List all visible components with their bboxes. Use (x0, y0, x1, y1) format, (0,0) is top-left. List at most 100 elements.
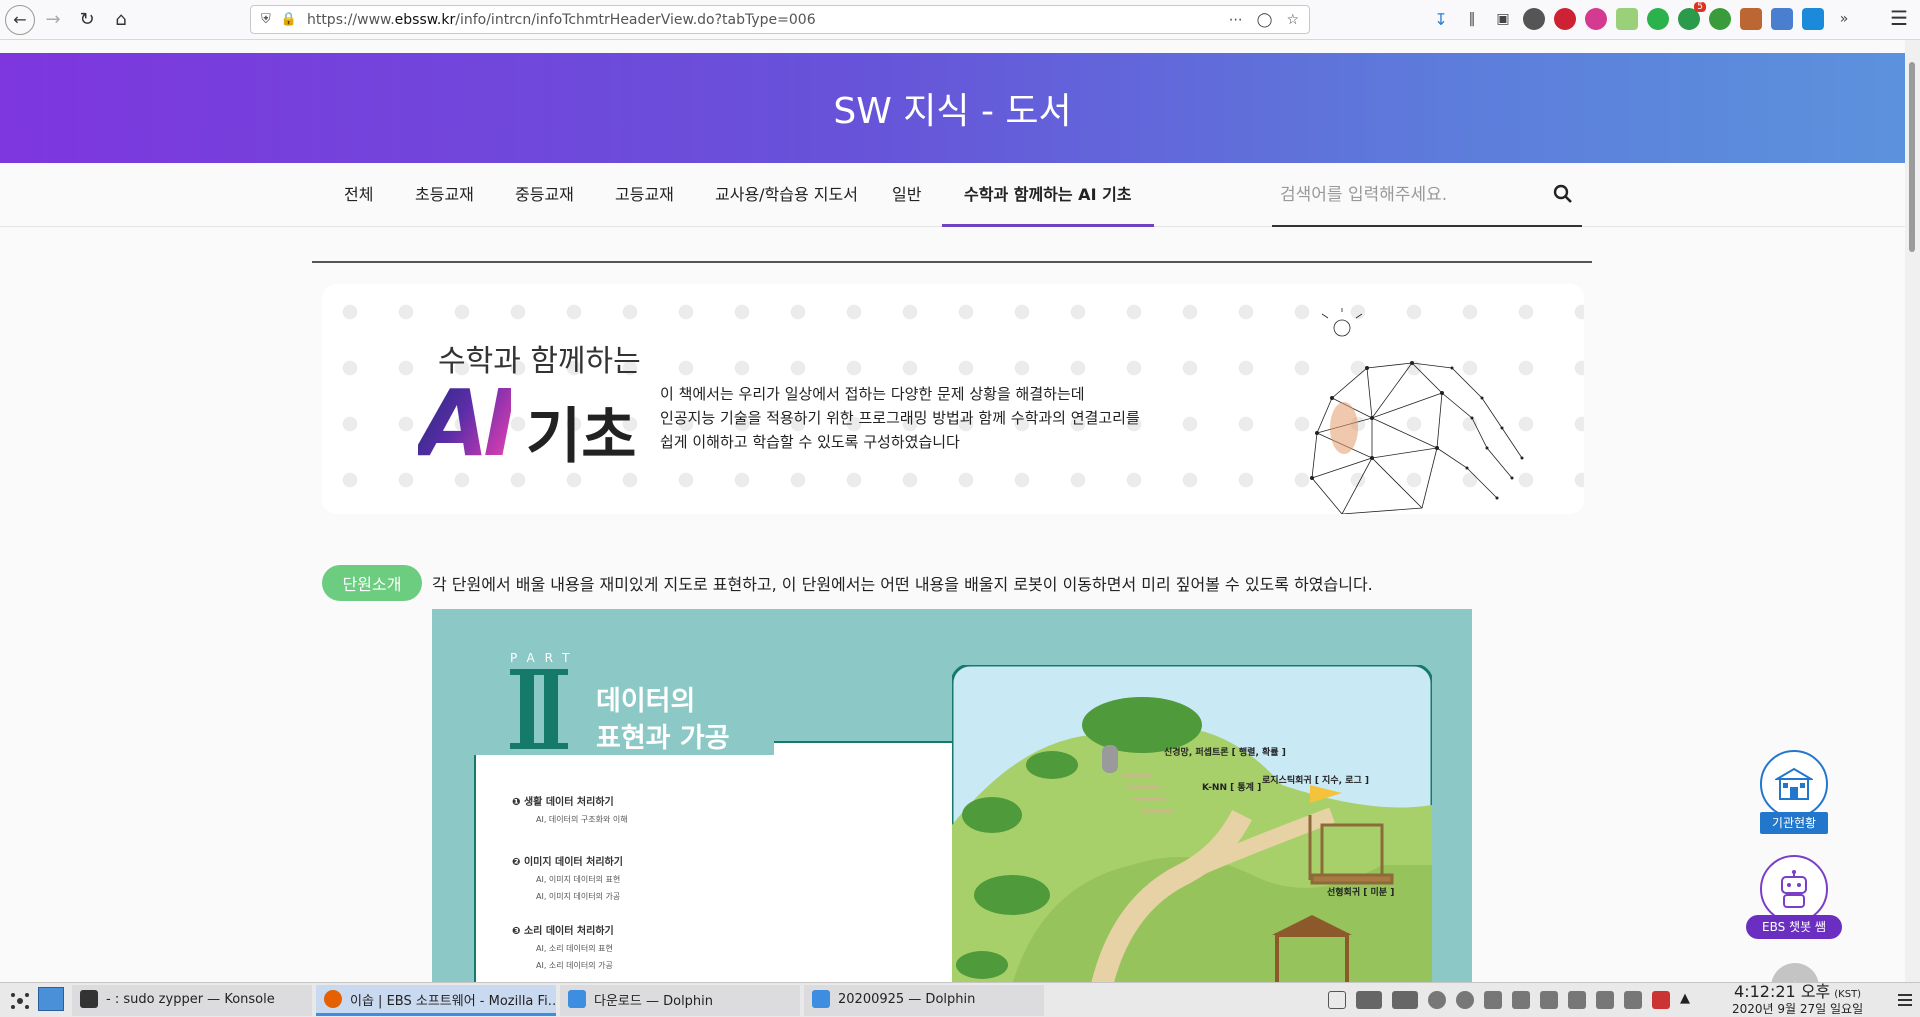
map-part-label: PART (510, 651, 580, 665)
tab-middle[interactable]: 중등교재 (515, 163, 574, 227)
svg-text:선형회귀 [ 미분 ]: 선형회귀 [ 미분 ] (1327, 886, 1394, 898)
arrow-left-icon: ← (13, 10, 27, 29)
s-extension-icon[interactable] (1802, 8, 1824, 30)
overflow-icon[interactable]: » (1833, 8, 1855, 30)
pen-icon[interactable] (1328, 991, 1346, 1009)
firefox-icon (324, 990, 342, 1008)
banner-ai-logo: AI (418, 370, 517, 477)
roman-numeral-ii-icon (510, 669, 568, 749)
toc-section: ❸ 소리 데이터 처리하기 (512, 926, 614, 937)
color-picker-icon[interactable] (1554, 8, 1576, 30)
bluetooth-icon[interactable] (1596, 991, 1614, 1009)
unit-intro: 단원소개 각 단원에서 배울 내용을 재미있게 지도로 표현하고, 이 단원에서… (322, 565, 1373, 601)
back-button[interactable]: ← (5, 4, 35, 35)
translate-icon[interactable] (1771, 8, 1793, 30)
tab-math-ai[interactable]: 수학과 함께하는 AI 기초 (942, 163, 1154, 227)
unit-badge: 단원소개 (322, 565, 422, 601)
update-icon[interactable] (1428, 991, 1446, 1009)
wifi-icon[interactable] (1540, 991, 1558, 1009)
map-scene: 신경망, 퍼셉트론 [ 행렬, 확률 ] K-NN [ 통계 ] 로지스틱회귀 … (952, 665, 1432, 982)
task-konsole[interactable]: - : sudo zypper — Konsole (72, 985, 312, 1016)
terminal-icon (80, 990, 98, 1008)
toc-sub: AI, 이미지 데이터의 표현 (536, 875, 621, 884)
dropbox-icon[interactable] (1484, 991, 1502, 1009)
arrow-right-icon: → (45, 9, 61, 30)
download-icon[interactable]: ↧ (1430, 8, 1452, 30)
app-launcher-icon[interactable] (8, 989, 32, 1013)
banner-title: 기초 (526, 402, 637, 472)
school-building-icon (1775, 767, 1813, 800)
volume-icon[interactable] (1624, 991, 1642, 1009)
panel-menu-icon[interactable] (1896, 991, 1914, 1009)
clock[interactable]: 4:12:21 오후 (KST) 2020년 9월 27일 일요일 (1732, 984, 1863, 1017)
evernote-icon[interactable] (1647, 8, 1669, 30)
screenshot-icon[interactable] (1585, 8, 1607, 30)
tab-high[interactable]: 고등교재 (615, 163, 674, 227)
system-tray: ▲ (1328, 991, 1698, 1009)
battery-ext-icon[interactable] (1616, 8, 1638, 30)
tab-all[interactable]: 전체 (344, 163, 373, 227)
forward-button[interactable]: → (37, 4, 69, 36)
library-icon[interactable]: ‖ (1461, 8, 1483, 30)
page-hero: SW 지식 - 도서 (0, 53, 1905, 163)
page-title: SW 지식 - 도서 (833, 91, 1072, 132)
tab-general[interactable]: 일반 (892, 163, 921, 227)
category-tabs: 전체 초등교재 중등교재 고등교재 교사용/학습용 지도서 일반 수학과 함께하… (0, 163, 1905, 227)
task-dolphin-20200925[interactable]: 20200925 — Dolphin (804, 985, 1044, 1016)
hamburger-menu-icon[interactable]: ☰ (1890, 6, 1908, 30)
url-bar[interactable]: ⛨ 🔒 https://www.ebssw.kr/info/intrcn/inf… (250, 5, 1310, 34)
reload-button[interactable]: ↻ (71, 4, 103, 36)
scrollbar-thumb[interactable] (1909, 62, 1915, 252)
svg-text:신경망, 퍼셉트론 [ 행렬, 확률 ]: 신경망, 퍼셉트론 [ 행렬, 확률 ] (1164, 746, 1286, 758)
grammar-icon[interactable] (1709, 8, 1731, 30)
extension-icons: ↧ ‖ ▣ 5 » (1430, 2, 1855, 30)
battery-icon[interactable] (1568, 991, 1586, 1009)
tray-expand-icon[interactable]: ▲ (1680, 991, 1698, 1009)
ublock-icon[interactable] (1740, 8, 1762, 30)
clipboard-icon[interactable] (1512, 991, 1530, 1009)
page-actions-icon[interactable]: ⋯ (1229, 12, 1243, 28)
map-toc: ❶ 생활 데이터 처리하기 AI, 데이터의 구조화와 이해 ❷ 이미지 데이터… (512, 787, 628, 971)
tab-elementary[interactable]: 초등교재 (415, 163, 474, 227)
toc-section: ❶ 생활 데이터 처리하기 (512, 797, 614, 808)
org-status-button[interactable]: 기관현황 (1760, 750, 1828, 834)
unit-description: 각 단원에서 배울 내용을 재미있게 지도로 표현하고, 이 단원에서는 어떤 … (432, 575, 1373, 594)
home-icon: ⌂ (115, 9, 127, 30)
keyboard-layout-icon[interactable] (1392, 991, 1418, 1009)
keyboard-icon[interactable] (1356, 991, 1382, 1009)
search-input[interactable] (1280, 179, 1540, 211)
scroll-to-top-button[interactable] (1771, 963, 1819, 982)
url-text[interactable]: https://www.ebssw.kr/info/intrcn/infoTch… (307, 12, 816, 28)
task-dolphin-downloads[interactable]: 다운로드 — Dolphin (560, 985, 800, 1016)
polygon-head-illustration (1310, 308, 1524, 514)
pause-icon[interactable] (1456, 991, 1474, 1009)
reload-icon: ↻ (79, 9, 95, 30)
folder-icon (568, 990, 586, 1008)
banner-description: 이 책에서는 우리가 일상에서 접하는 다양한 문제 상황을 해결하는데 인공지… (660, 385, 1140, 451)
browser-toolbar: ← → ↻ ⌂ ⛨ 🔒 https://www.ebssw.kr/info/in… (0, 0, 1920, 40)
toc-sub: AI, 데이터의 구조화와 이해 (536, 815, 628, 824)
tracking-shield-icon[interactable]: ⛨ (261, 12, 271, 27)
page-scrollbar[interactable] (1905, 40, 1920, 982)
task-firefox[interactable]: 이솝 | EBS 소프트웨어 - Mozilla Fi… (316, 985, 556, 1016)
account-icon[interactable] (1523, 8, 1545, 30)
input-method-icon[interactable] (1652, 991, 1670, 1009)
sidebar-icon[interactable]: ▣ (1492, 8, 1514, 30)
svg-text:로지스틱회귀 [ 지수, 로그 ]: 로지스틱회귀 [ 지수, 로그 ] (1262, 774, 1369, 786)
folder-icon (812, 990, 830, 1008)
org-status-label: 기관현황 (1760, 812, 1828, 834)
pocket-icon[interactable]: ◯ (1257, 12, 1273, 28)
toc-section: ❷ 이미지 데이터 처리하기 (512, 857, 623, 868)
search-icon[interactable] (1552, 183, 1574, 205)
lock-icon[interactable]: 🔒 (281, 12, 297, 27)
desktop-pager-icon[interactable] (38, 987, 64, 1011)
tab-teacher-guide[interactable]: 교사용/학습용 지도서 (715, 163, 858, 227)
map-part-title: 데이터의 표현과 가공 (596, 686, 730, 754)
chatbot-button[interactable]: EBS 챗봇 쌤 (1746, 855, 1842, 939)
home-button[interactable]: ⌂ (105, 4, 137, 36)
bookmark-star-icon[interactable]: ☆ (1286, 12, 1299, 28)
divider (312, 261, 1592, 263)
feedly-icon[interactable]: 5 (1678, 2, 1706, 30)
toc-sub: AI, 소리 데이터의 가공 (536, 961, 613, 970)
search-box (1272, 163, 1582, 227)
